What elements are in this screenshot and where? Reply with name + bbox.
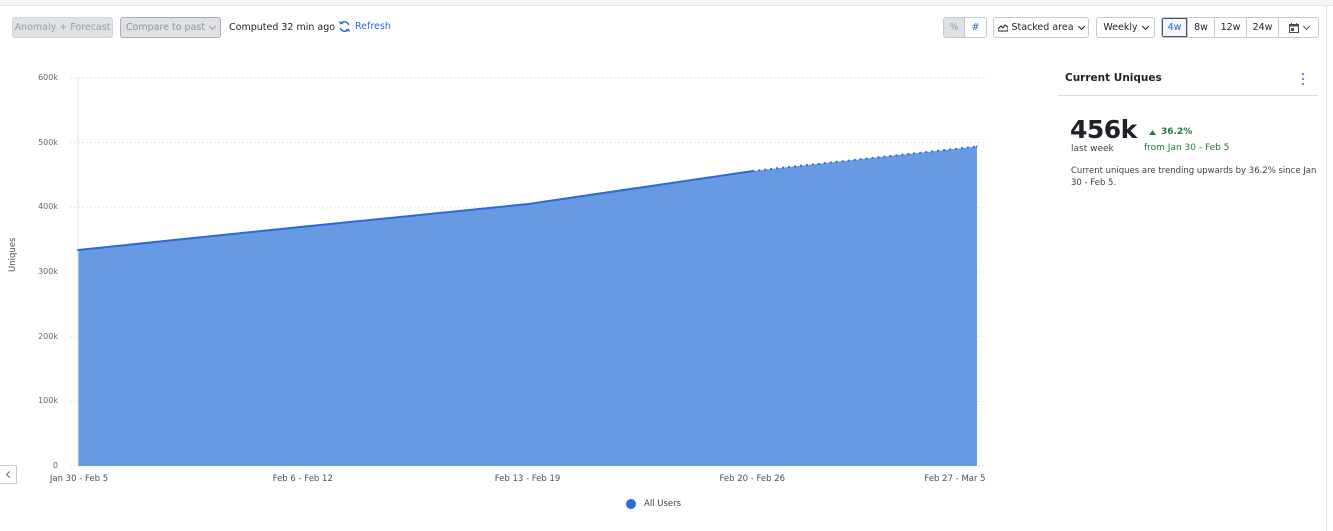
line-segment xyxy=(527,170,753,206)
anomaly-forecast-label: Anomaly + Forecast xyxy=(14,22,111,33)
y-tick-label: 600k xyxy=(38,73,58,82)
change-caption: from Jan 30 - Feb 5 xyxy=(1144,143,1230,153)
chart-type-label: Stacked area xyxy=(1011,22,1074,33)
x-tick-label: Feb 27 - Mar 5 xyxy=(924,474,986,484)
panel-title: Current Uniques xyxy=(1065,72,1162,84)
chevron-left-icon xyxy=(5,470,13,479)
number-toggle[interactable]: # xyxy=(965,18,986,37)
y-tick-label: 100k xyxy=(38,396,58,406)
trend-description: Current uniques are trending upwards by … xyxy=(1071,166,1317,188)
date-range-selector: 4w 8w 12w 24w xyxy=(1161,17,1319,38)
interval-dropdown[interactable]: Weekly xyxy=(1096,17,1155,38)
change-value: 36.2% xyxy=(1161,127,1193,137)
chevron-down-icon xyxy=(209,22,217,30)
data-point[interactable] xyxy=(526,203,529,206)
y-tick-label: 0 xyxy=(52,461,58,470)
chevron-down-icon xyxy=(1141,22,1149,30)
value-mode-toggle: % # xyxy=(943,17,987,38)
current-value: 456k xyxy=(1070,115,1137,144)
line-segment xyxy=(302,203,528,228)
refresh-icon xyxy=(338,21,351,32)
y-tick-label: 500k xyxy=(38,137,58,147)
anomaly-forecast-button[interactable]: Anomaly + Forecast xyxy=(12,17,113,38)
chart-type-dropdown[interactable]: Stacked area xyxy=(993,17,1089,38)
x-tick-label: Feb 13 - Feb 19 xyxy=(494,474,561,484)
range-24w[interactable]: 24w xyxy=(1247,18,1279,37)
data-point[interactable] xyxy=(301,225,304,228)
x-tick-label: Feb 20 - Feb 26 xyxy=(719,474,786,484)
compare-to-past-label: Compare to past xyxy=(125,22,206,33)
y-tick-label: 200k xyxy=(38,331,58,341)
line-segment xyxy=(77,225,303,252)
range-12w[interactable]: 12w xyxy=(1215,18,1247,37)
y-tick-label: 300k xyxy=(38,267,58,276)
compare-to-past-dropdown[interactable]: Compare to past xyxy=(120,17,221,38)
data-point[interactable] xyxy=(77,249,79,252)
data-point[interactable] xyxy=(976,145,978,148)
arrow-up-icon xyxy=(1149,129,1156,135)
panel-divider xyxy=(1058,95,1318,96)
interval-label: Weekly xyxy=(1103,22,1138,33)
line-segment-incomplete xyxy=(752,145,978,173)
x-tick-label: Feb 6 - Feb 12 xyxy=(272,474,333,484)
percent-toggle[interactable]: % xyxy=(944,18,965,37)
legend-label-all-users: All Users xyxy=(644,499,682,509)
area-all-users xyxy=(78,146,977,466)
legend-dot-all-users xyxy=(626,499,636,509)
right-border xyxy=(1326,6,1327,531)
x-tick-label: Jan 30 - Feb 5 xyxy=(49,474,109,484)
y-axis-label: Uniques xyxy=(8,237,18,272)
stacked-area-icon xyxy=(998,24,1009,32)
refresh-label: Refresh xyxy=(355,21,391,32)
chevron-down-icon xyxy=(1302,22,1310,30)
range-4w[interactable]: 4w xyxy=(1162,18,1188,37)
data-point[interactable] xyxy=(751,170,754,173)
calendar-icon xyxy=(1288,22,1299,33)
range-8w[interactable]: 8w xyxy=(1188,18,1215,37)
legend[interactable]: All Users xyxy=(626,499,681,509)
collapse-left-button[interactable] xyxy=(0,465,17,484)
custom-date-dropdown[interactable] xyxy=(1279,18,1318,37)
top-border xyxy=(0,0,1333,6)
y-tick-label: 400k xyxy=(38,202,58,212)
value-caption: last week xyxy=(1071,144,1114,154)
computed-status: Computed 32 min ago xyxy=(229,22,336,33)
change-indicator: 36.2% xyxy=(1149,127,1192,137)
chevron-down-icon xyxy=(1077,22,1085,30)
refresh-button[interactable]: Refresh xyxy=(338,20,391,33)
more-options-icon[interactable] xyxy=(1301,73,1305,85)
